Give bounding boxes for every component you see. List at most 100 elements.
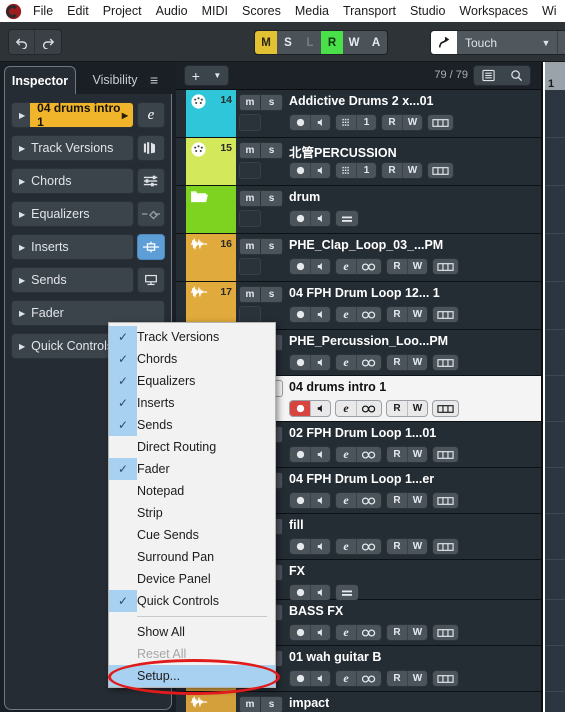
track-edit-slot[interactable] bbox=[239, 162, 261, 179]
inspector-section-toggle[interactable]: ▶ Equalizers bbox=[11, 201, 134, 227]
monitor-button[interactable] bbox=[310, 585, 330, 600]
monitor-button[interactable] bbox=[310, 163, 330, 178]
menu-item-studio[interactable]: Studio bbox=[403, 0, 452, 22]
track-row[interactable]: msimpacteRW bbox=[176, 692, 541, 712]
lanes-icon[interactable] bbox=[433, 259, 458, 274]
track-name[interactable]: 北管PERCUSSION bbox=[289, 142, 397, 161]
read-automation-button[interactable]: R bbox=[387, 355, 407, 370]
record-enable-button[interactable] bbox=[290, 355, 310, 370]
channel-edit-button[interactable]: e bbox=[336, 355, 356, 370]
monitor-button[interactable] bbox=[310, 259, 330, 274]
inspector-section-equalizers[interactable]: ▶ Equalizers bbox=[11, 201, 165, 227]
midi-channel-value[interactable]: 1 bbox=[356, 163, 376, 178]
menu-item-audio[interactable]: Audio bbox=[149, 0, 195, 22]
record-enable-button[interactable] bbox=[290, 163, 310, 178]
track-name[interactable]: 04 drums intro 1 bbox=[289, 380, 386, 394]
channel-edit-button[interactable]: e bbox=[336, 625, 356, 640]
monitor-button[interactable] bbox=[310, 307, 330, 322]
read-automation-button[interactable]: R bbox=[387, 671, 407, 686]
context-menu-item-inserts[interactable]: ✓ Inserts bbox=[109, 392, 275, 414]
link-icon[interactable] bbox=[356, 625, 381, 640]
lanes-icon[interactable] bbox=[433, 671, 458, 686]
context-menu-item-quick-controls[interactable]: ✓ Quick Controls bbox=[109, 590, 275, 612]
context-menu-item-setup[interactable]: Setup... bbox=[109, 665, 275, 687]
solo-button[interactable]: s bbox=[261, 286, 283, 303]
menu-item-edit[interactable]: Edit bbox=[60, 0, 96, 22]
read-automation-button[interactable]: R bbox=[387, 447, 407, 462]
track-row[interactable]: m s drum bbox=[176, 186, 541, 234]
link-icon[interactable] bbox=[356, 307, 381, 322]
record-enable-button[interactable] bbox=[290, 539, 310, 554]
write-automation-button[interactable]: W bbox=[407, 355, 427, 370]
automation-edit-button[interactable]: e bbox=[557, 31, 565, 54]
menu-item-wi[interactable]: Wi bbox=[535, 0, 564, 22]
add-track-button[interactable]: + ▼ bbox=[184, 65, 229, 86]
monitor-button[interactable] bbox=[310, 493, 330, 508]
write-automation-button[interactable]: W bbox=[407, 493, 427, 508]
undo-arrow-icon[interactable] bbox=[9, 29, 35, 54]
track-name[interactable]: PHE_Clap_Loop_03_...PM bbox=[289, 238, 443, 252]
monitor-button[interactable] bbox=[310, 211, 330, 226]
inspector-track-name-row[interactable]: ▶ 04 drums intro 1 ▶ e bbox=[11, 102, 165, 128]
automation-mode-icon[interactable] bbox=[431, 31, 457, 54]
track-name-expander[interactable]: ▶ 04 drums intro 1 ▶ bbox=[11, 102, 134, 128]
mute-button[interactable]: m bbox=[239, 696, 261, 712]
solo-button[interactable]: s bbox=[261, 142, 283, 159]
state-button-l[interactable]: L bbox=[299, 31, 321, 54]
list-view-icon[interactable] bbox=[474, 69, 502, 82]
context-menu-item-strip[interactable]: Strip bbox=[109, 502, 275, 524]
mute-button[interactable]: m bbox=[239, 238, 261, 255]
menu-item-scores[interactable]: Scores bbox=[235, 0, 288, 22]
redo-arrow-icon[interactable] bbox=[35, 30, 61, 54]
channel-edit-button[interactable]: e bbox=[336, 307, 356, 322]
context-menu-item-equalizers[interactable]: ✓ Equalizers bbox=[109, 370, 275, 392]
track-name[interactable]: BASS FX bbox=[289, 604, 343, 618]
lanes-icon[interactable] bbox=[433, 355, 458, 370]
write-automation-button[interactable]: W bbox=[402, 115, 422, 130]
write-automation-button[interactable]: W bbox=[407, 401, 427, 416]
menu-item-midi[interactable]: MIDI bbox=[195, 0, 235, 22]
inspector-section-toggle[interactable]: ▶ Sends bbox=[11, 267, 134, 293]
inspector-track-name[interactable]: 04 drums intro 1 ▶ bbox=[30, 103, 133, 127]
record-enable-button[interactable] bbox=[290, 307, 310, 322]
channel-edit-button[interactable]: e bbox=[336, 447, 356, 462]
menu-item-file[interactable]: File bbox=[26, 0, 60, 22]
track-row[interactable]: 14 m s Addictive Drums 2 x...01 1 R W bbox=[176, 90, 541, 138]
state-button-a[interactable]: A bbox=[365, 31, 387, 54]
solo-button[interactable]: s bbox=[261, 94, 283, 111]
solo-button[interactable]: s bbox=[261, 696, 283, 712]
track-name[interactable]: drum bbox=[289, 190, 320, 204]
context-menu-item-sends[interactable]: ✓ Sends bbox=[109, 414, 275, 436]
track-row[interactable]: 15 m s 北管PERCUSSION 1 R W bbox=[176, 138, 541, 186]
chevron-down-icon[interactable]: ▼ bbox=[535, 31, 557, 54]
record-enable-button[interactable] bbox=[290, 401, 310, 416]
monitor-button[interactable] bbox=[310, 447, 330, 462]
equals-icon[interactable] bbox=[336, 585, 358, 600]
lanes-icon[interactable] bbox=[433, 625, 458, 640]
write-automation-button[interactable]: W bbox=[407, 307, 427, 322]
write-automation-button[interactable]: W bbox=[407, 539, 427, 554]
state-button-w[interactable]: W bbox=[343, 31, 365, 54]
lanes-icon[interactable] bbox=[428, 163, 453, 178]
midi-grid-icon[interactable] bbox=[336, 163, 356, 178]
link-icon[interactable] bbox=[356, 447, 381, 462]
context-menu-item-cue-sends[interactable]: Cue Sends bbox=[109, 524, 275, 546]
track-name[interactable]: FX bbox=[289, 564, 305, 578]
track-name[interactable]: 04 FPH Drum Loop 12... 1 bbox=[289, 286, 440, 300]
record-enable-button[interactable] bbox=[290, 447, 310, 462]
write-automation-button[interactable]: W bbox=[402, 163, 422, 178]
lanes-icon[interactable] bbox=[433, 307, 458, 322]
chords-sliders-icon[interactable] bbox=[137, 168, 165, 194]
track-name[interactable]: Addictive Drums 2 x...01 bbox=[289, 94, 434, 108]
channel-edit-button[interactable]: e bbox=[336, 671, 356, 686]
inspector-section-toggle[interactable]: ▶ Chords bbox=[11, 168, 134, 194]
read-automation-button[interactable]: R bbox=[387, 307, 407, 322]
link-icon[interactable] bbox=[356, 355, 381, 370]
channel-edit-button[interactable]: e bbox=[336, 401, 356, 416]
record-enable-button[interactable] bbox=[290, 259, 310, 274]
mute-button[interactable]: m bbox=[239, 142, 261, 159]
read-automation-button[interactable]: R bbox=[387, 401, 407, 416]
link-icon[interactable] bbox=[356, 401, 381, 416]
track-name[interactable]: fill bbox=[289, 518, 304, 532]
link-icon[interactable] bbox=[356, 539, 381, 554]
